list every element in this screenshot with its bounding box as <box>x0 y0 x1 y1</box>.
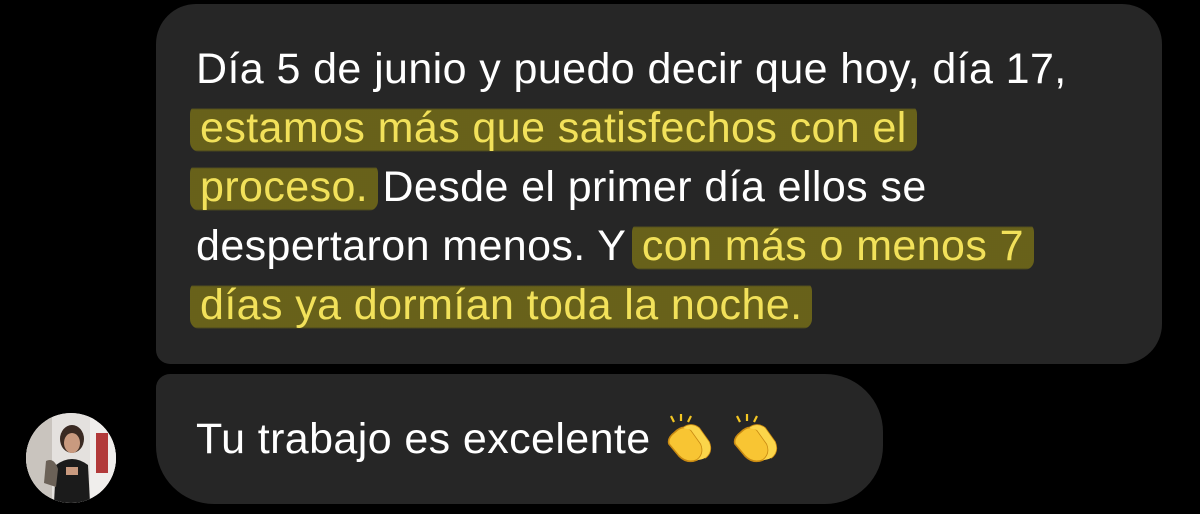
message-text: Día 5 de junio y puedo decir que hoy, dí… <box>190 40 1122 335</box>
message-bubble[interactable]: Tu trabajo es excelente <box>156 374 883 504</box>
avatar-photo <box>26 413 116 503</box>
message-segment: Día 5 de junio y puedo decir que hoy, dí… <box>196 45 1067 93</box>
clapping-hands-icon <box>661 414 717 464</box>
message-bubble[interactable]: Día 5 de junio y puedo decir que hoy, dí… <box>156 4 1162 364</box>
message-text: Tu trabajo es excelente <box>196 414 651 463</box>
avatar[interactable] <box>26 413 116 503</box>
clapping-hands-icon <box>727 414 783 464</box>
chat-thread: Día 5 de junio y puedo decir que hoy, dí… <box>0 0 1200 514</box>
